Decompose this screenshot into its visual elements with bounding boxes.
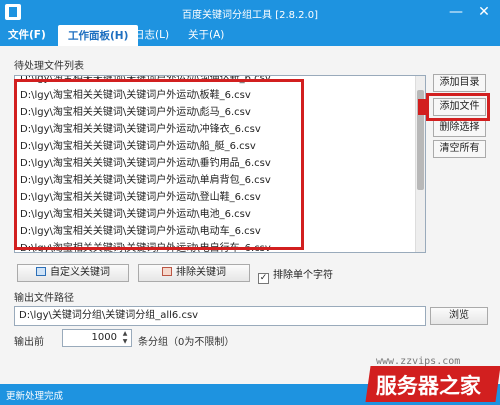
tab-workspace[interactable]: 工作面板(H): [58, 25, 139, 46]
output-before-label: 输出前: [14, 337, 44, 348]
group-count-stepper[interactable]: 1000 ▲ ▼: [62, 329, 132, 347]
exclude-single-char-option[interactable]: ✓ 排除单个字符: [258, 266, 333, 284]
group-count-value: 1000: [91, 332, 117, 343]
exclude-single-char-label: 排除单个字符: [273, 270, 333, 281]
menu-file[interactable]: 文件(F): [2, 24, 52, 46]
browse-button[interactable]: 浏览: [430, 307, 488, 325]
menu-bar: 文件(F) 工作面板(H) 日志(L) 关于(A): [0, 24, 500, 46]
remove-selected-button[interactable]: 删除选择: [433, 119, 486, 137]
group-count-label: 条分组（0为不限制）: [138, 337, 235, 348]
close-button[interactable]: ✕: [473, 2, 495, 22]
add-file-highlight: [426, 93, 490, 121]
exclude-keywords-label: 排除关键词: [176, 267, 226, 278]
exclude-keywords-button[interactable]: 排除关键词: [138, 264, 250, 282]
tab-log[interactable]: 日志(L): [128, 24, 175, 46]
file-list-highlight: [14, 79, 304, 250]
minimize-button[interactable]: —: [445, 2, 467, 22]
output-path-label: 输出文件路径: [14, 293, 74, 304]
filter-icon: [162, 267, 172, 276]
custom-keywords-button[interactable]: 自定义关键词: [17, 264, 129, 282]
spin-up-icon[interactable]: ▲: [120, 330, 130, 338]
clear-all-button[interactable]: 清空所有: [433, 140, 486, 158]
spin-down-icon[interactable]: ▼: [120, 338, 130, 346]
pending-files-label: 待处理文件列表: [14, 61, 84, 72]
add-directory-button[interactable]: 添加目录: [433, 74, 486, 92]
title-bar: 百度关键词分组工具 [2.8.2.0] — ✕: [0, 0, 500, 24]
brand-text: 服务器之家: [375, 374, 481, 398]
custom-keywords-label: 自定义关键词: [50, 267, 110, 278]
exclude-single-char-checkbox[interactable]: ✓: [258, 273, 269, 284]
book-icon: [36, 267, 46, 276]
status-text: 更新处理完成: [6, 391, 64, 402]
highlight-pointer: [418, 99, 428, 115]
output-path-input[interactable]: D:\lgy\关键词分组\关键词分组_all6.csv: [14, 306, 426, 326]
tab-about[interactable]: 关于(A): [182, 24, 230, 46]
brand-watermark: 服务器之家: [365, 366, 500, 402]
window-title: 百度关键词分组工具 [2.8.2.0]: [182, 10, 318, 21]
